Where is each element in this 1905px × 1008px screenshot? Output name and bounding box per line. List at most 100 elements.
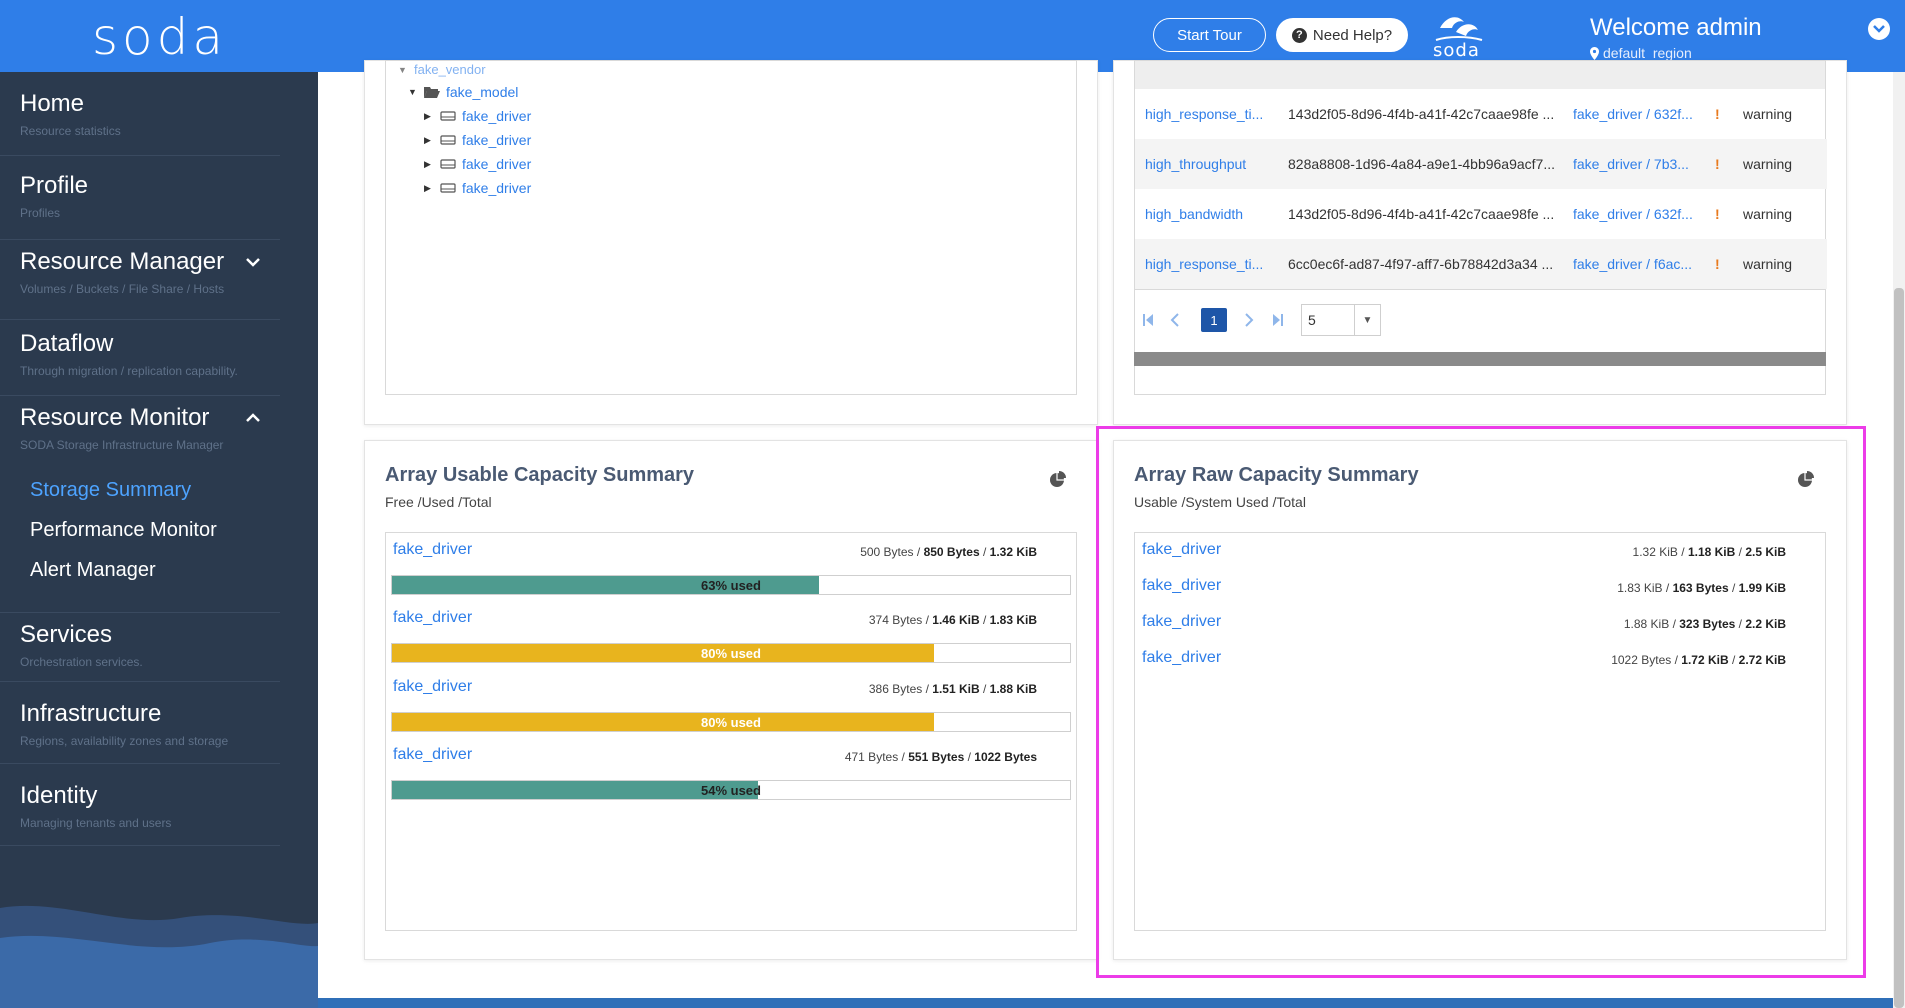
sidebar-item-home[interactable]: Home Resource statistics [0, 90, 280, 156]
driver-link[interactable]: fake_driver [393, 609, 472, 627]
driver-link[interactable]: fake_driver [393, 678, 472, 696]
next-page-icon[interactable] [1244, 313, 1254, 327]
sidebar-item-sub: Managing tenants and users [20, 816, 172, 830]
sidebar-item-resource-manager[interactable]: Resource Manager Volumes / Buckets / Fil… [0, 248, 280, 320]
tree-node-driver[interactable]: ▶ fake_driver [424, 132, 531, 148]
total-value: 1.88 KiB [989, 682, 1037, 696]
usage-bar: 80% used [391, 712, 1071, 732]
table-row[interactable]: high_throughput 828a8808-1d96-4a84-a9e1-… [1135, 139, 1827, 189]
question-circle-icon: ? [1291, 27, 1307, 43]
warning-exclamation-icon: ! [1715, 106, 1720, 122]
pie-chart-icon[interactable] [1797, 470, 1815, 488]
chevron-down-icon [246, 258, 260, 267]
warning-exclamation-icon: ! [1715, 156, 1720, 172]
usage-bar: 63% used [391, 575, 1071, 595]
sidebar-item-services[interactable]: Services Orchestration services. [0, 612, 280, 682]
sidebar-subitem-storage-summary[interactable]: Storage Summary [30, 479, 191, 502]
alert-id: 828a8808-1d96-4a84-a9e1-4bb96a9acf7... [1288, 156, 1556, 172]
expand-caret-icon: ▼ [398, 64, 407, 75]
tree-node-driver[interactable]: ▶ fake_driver [424, 156, 531, 172]
driver-link[interactable]: fake_driver [393, 746, 472, 764]
system-used-value: 163 Bytes [1672, 581, 1729, 595]
sidebar-item-label: Home [20, 90, 85, 117]
used-value: 850 Bytes [923, 545, 980, 559]
alert-id: 143d2f05-8d96-4f4b-a41f-42c7caae98fe ... [1288, 106, 1555, 122]
sidebar-item-dataflow[interactable]: Dataflow Through migration / replication… [0, 330, 280, 396]
alert-name[interactable]: high_response_ti... [1145, 256, 1290, 272]
horizontal-scrollbar[interactable] [1134, 352, 1826, 366]
total-value: 1.83 KiB [989, 613, 1037, 627]
user-menu-toggle[interactable] [1868, 18, 1890, 40]
tree-node-driver[interactable]: ▶ fake_driver [424, 180, 531, 196]
sidebar-item-label: Profile [20, 172, 89, 199]
sidebar: Home Resource statistics Profile Profile… [0, 72, 318, 1008]
total-value: 1.32 KiB [989, 545, 1037, 559]
tree-node-label: fake_model [446, 84, 519, 100]
alert-resource[interactable]: fake_driver / 632f... [1573, 106, 1703, 122]
tree-node-label: fake_driver [462, 180, 532, 196]
total-value: 1.99 KiB [1738, 581, 1786, 595]
usage-bar: 54% used [391, 780, 1071, 800]
capacity-values: 471 Bytes / 551 Bytes / 1022 Bytes [844, 750, 1037, 764]
usage-bar-label: 54% used [701, 782, 761, 798]
storage-drive-icon [440, 135, 456, 145]
table-row[interactable]: high_response_ti... 6cc0ec6f-ad87-4f97-a… [1135, 239, 1827, 289]
welcome-text: Welcome admin [1590, 14, 1762, 41]
alert-name[interactable]: high_bandwidth [1145, 206, 1290, 222]
driver-link[interactable]: fake_driver [1142, 577, 1221, 595]
capacity-values: 500 Bytes / 850 Bytes / 1.32 KiB [860, 545, 1037, 559]
tree-node-driver[interactable]: ▶ fake_driver [424, 108, 531, 124]
sidebar-item-profile[interactable]: Profile Profiles [0, 172, 280, 240]
region-label: default_region [1590, 45, 1692, 61]
tree-node-model[interactable]: ▼ fake_model [408, 84, 518, 100]
system-used-value: 323 Bytes [1679, 617, 1736, 631]
previous-page-icon[interactable] [1170, 313, 1180, 327]
driver-link[interactable]: fake_driver [1142, 613, 1221, 631]
panel-title: Array Raw Capacity Summary [1134, 464, 1419, 486]
first-page-icon[interactable] [1142, 313, 1154, 327]
used-value: 1.46 KiB [932, 613, 980, 627]
alert-name[interactable]: high_response_ti... [1145, 106, 1290, 122]
pie-chart-icon[interactable] [1049, 470, 1067, 488]
capacity-values: 1.32 KiB / 1.18 KiB / 2.5 KiB [1632, 545, 1786, 559]
last-page-icon[interactable] [1272, 313, 1284, 327]
storage-drive-icon [440, 159, 456, 169]
usage-bar-label: 63% used [701, 577, 761, 593]
sidebar-item-sub: Profiles [20, 206, 61, 220]
region-text: default_region [1603, 45, 1692, 61]
alert-resource[interactable]: fake_driver / 632f... [1573, 206, 1703, 222]
driver-link[interactable]: fake_driver [1142, 649, 1221, 667]
alert-resource[interactable]: fake_driver / 7b3... [1573, 156, 1703, 172]
used-value: 551 Bytes [908, 750, 965, 764]
driver-link[interactable]: fake_driver [393, 541, 472, 559]
system-used-value: 1.18 KiB [1687, 545, 1736, 559]
alert-severity: warning [1743, 156, 1793, 172]
page-size-select[interactable]: 5 ▼ [1301, 304, 1381, 336]
storage-drive-icon [440, 111, 456, 121]
soda-logo[interactable]: soda [92, 8, 227, 66]
alert-id: 6cc0ec6f-ad87-4f97-aff7-6b78842d3a34 ... [1288, 256, 1554, 272]
bottom-strip [318, 998, 1893, 1008]
brand-text: soda [1433, 40, 1480, 61]
alert-resource[interactable]: fake_driver / f6ac... [1573, 256, 1703, 272]
alert-id: 143d2f05-8d96-4f4b-a41f-42c7caae98fe ... [1288, 206, 1555, 222]
start-tour-button[interactable]: Start Tour [1153, 18, 1266, 52]
tree-node-vendor[interactable]: ▼ fake_vendor [398, 62, 486, 77]
alert-name[interactable]: high_throughput [1145, 156, 1290, 172]
sidebar-item-infrastructure[interactable]: Infrastructure Regions, availability zon… [0, 692, 280, 764]
sidebar-item-identity[interactable]: Identity Managing tenants and users [0, 774, 280, 846]
vertical-scrollbar-thumb[interactable] [1894, 288, 1904, 1008]
panel-subtitle: Usable /System Used /Total [1134, 494, 1306, 510]
sidebar-subitem-performance-monitor[interactable]: Performance Monitor [30, 519, 217, 542]
chevron-up-icon [246, 413, 260, 422]
page-number-button[interactable]: 1 [1201, 308, 1227, 332]
alerts-table-box: high_response_ti... 143d2f05-8d96-4f4b-a… [1134, 60, 1827, 395]
table-row[interactable]: high_bandwidth 143d2f05-8d96-4f4b-a41f-4… [1135, 189, 1827, 239]
sidebar-item-resource-monitor[interactable]: Resource Monitor SODA Storage Infrastruc… [0, 404, 280, 466]
sidebar-subitem-alert-manager[interactable]: Alert Manager [30, 559, 156, 582]
sidebar-item-label: Dataflow [20, 330, 114, 357]
table-row[interactable]: high_response_ti... 143d2f05-8d96-4f4b-a… [1135, 89, 1827, 139]
need-help-button[interactable]: ? Need Help? [1276, 18, 1408, 52]
sidebar-item-sub: Regions, availability zones and storage [20, 734, 229, 748]
driver-link[interactable]: fake_driver [1142, 541, 1221, 559]
